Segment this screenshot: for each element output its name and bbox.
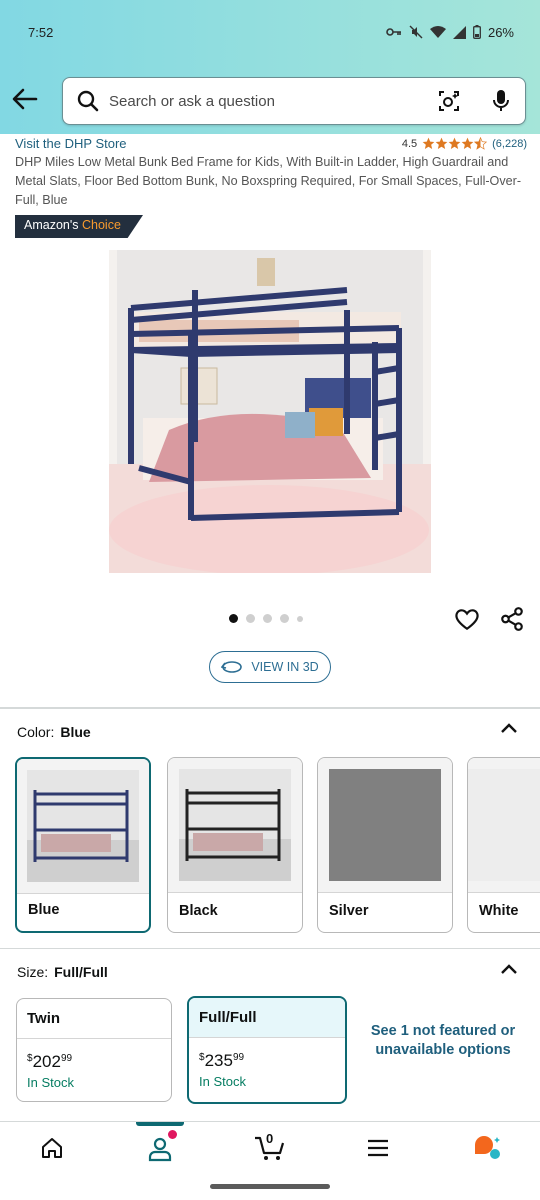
color-selector-header[interactable]: Color: Blue: [17, 724, 91, 740]
stock-status: In Stock: [199, 1074, 246, 1089]
rotate-3d-icon: [221, 661, 243, 673]
stock-status: In Stock: [27, 1075, 74, 1090]
price-cents: 99: [232, 1052, 245, 1063]
chevron-up-icon[interactable]: [500, 963, 518, 975]
pagination-dot[interactable]: [263, 614, 272, 623]
rating-summary[interactable]: 4.5 (6,228): [402, 137, 527, 150]
heart-icon[interactable]: [454, 606, 480, 632]
gesture-bar: [210, 1184, 330, 1189]
search-bar[interactable]: Search or ask a question: [62, 77, 526, 125]
size-option-full-full[interactable]: Full/Full $23599 In Stock: [187, 996, 347, 1104]
wifi-icon: [429, 26, 446, 38]
signal-icon: [452, 25, 466, 39]
product-title: DHP Miles Low Metal Bunk Bed Frame for K…: [15, 155, 522, 207]
chevron-up-icon[interactable]: [500, 722, 518, 734]
color-option-label: Silver: [329, 903, 369, 919]
top-header: 7:52 26% Search or ask a question: [0, 0, 540, 134]
price-dollars: 202: [32, 1052, 61, 1071]
battery-percent: 26%: [487, 24, 514, 40]
color-option-label: Black: [179, 903, 218, 919]
account-tab[interactable]: [147, 1130, 177, 1167]
badge-choice: Choice: [81, 218, 121, 232]
section-divider: [0, 707, 540, 709]
product-image[interactable]: [109, 250, 431, 573]
active-tab-indicator: [136, 1122, 184, 1126]
size-option-price: $23599: [199, 1051, 245, 1070]
star-icon: [448, 137, 461, 150]
color-thumb: [468, 758, 540, 892]
store-link[interactable]: Visit the DHP Store: [15, 136, 127, 151]
half-star-icon: [474, 137, 488, 150]
color-selected-value: Blue: [60, 724, 91, 740]
size-option-twin[interactable]: Twin $20299 In Stock: [16, 998, 172, 1102]
notification-dot: [168, 1130, 177, 1139]
badge-prefix: Amazon's: [24, 218, 79, 232]
color-thumb: [318, 758, 452, 892]
store-row: Visit the DHP Store 4.5 (6,228): [15, 136, 527, 151]
color-option-label: White: [479, 903, 519, 919]
pagination-dot[interactable]: [246, 614, 255, 623]
view-in-3d-button[interactable]: VIEW IN 3D: [209, 651, 331, 683]
share-icon[interactable]: [499, 606, 525, 632]
price-dollars: 235: [204, 1051, 233, 1070]
image-pagination: [229, 614, 303, 623]
home-icon[interactable]: [40, 1136, 64, 1160]
star-icon: [461, 137, 474, 150]
rating-count: (6,228): [492, 137, 527, 150]
price-cents: 99: [60, 1053, 73, 1064]
status-time: 7:52: [28, 24, 54, 40]
amazons-choice-badge: Amazon's Choice: [15, 215, 143, 238]
size-selected-value: Full/Full: [54, 964, 108, 980]
bottom-navigation: 0: [0, 1121, 540, 1176]
size-option-price: $20299: [27, 1052, 73, 1071]
color-option-silver[interactable]: Silver: [317, 757, 453, 933]
rufus-icon[interactable]: [472, 1134, 502, 1162]
size-option-label: Full/Full: [189, 998, 345, 1038]
camera-search-icon[interactable]: [437, 89, 461, 113]
section-divider: [0, 948, 540, 949]
vpn-key-icon: [386, 28, 401, 36]
color-option-blue[interactable]: Blue: [15, 757, 151, 933]
cart-tab[interactable]: 0: [254, 1131, 286, 1167]
pagination-dot[interactable]: [297, 615, 303, 622]
view-in-3d-label: VIEW IN 3D: [251, 660, 319, 674]
back-button[interactable]: [10, 84, 40, 114]
mute-icon: [409, 25, 423, 39]
star-icon: [435, 137, 448, 150]
star-rating: [422, 137, 488, 150]
color-thumb: [17, 759, 149, 893]
size-selector-header[interactable]: Size: Full/Full: [17, 964, 108, 980]
color-option-black[interactable]: Black: [167, 757, 303, 933]
star-icon: [422, 137, 435, 150]
search-input[interactable]: Search or ask a question: [99, 93, 437, 110]
search-icon: [77, 90, 99, 112]
microphone-icon[interactable]: [491, 89, 511, 113]
color-thumb: [168, 758, 302, 892]
unavailable-options-link[interactable]: See 1 not featured or unavailable option…: [366, 1022, 520, 1060]
pagination-dot[interactable]: [280, 614, 289, 623]
color-option-white[interactable]: White: [467, 757, 540, 933]
arrow-left-icon: [12, 88, 38, 110]
color-option-label: Blue: [28, 902, 60, 918]
cart-count: 0: [266, 1131, 274, 1146]
menu-icon[interactable]: [366, 1138, 390, 1158]
size-option-label: Twin: [17, 999, 171, 1039]
rating-value: 4.5: [401, 137, 418, 150]
account-icon: [148, 1137, 172, 1162]
pagination-dot[interactable]: [229, 614, 238, 623]
battery-icon: [473, 25, 481, 39]
color-label: Color:: [17, 724, 55, 740]
size-label: Size:: [17, 964, 49, 980]
status-bar: 7:52 26%: [28, 22, 514, 42]
